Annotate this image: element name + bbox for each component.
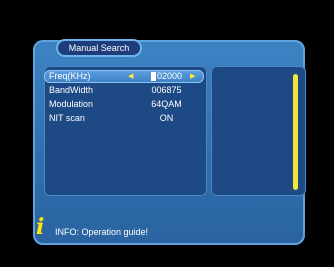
menu-title: Manual Search [58, 41, 140, 55]
right-arrow-icon[interactable]: ▶ [190, 70, 195, 83]
setting-value: ON [159, 113, 174, 123]
setting-row-frequency[interactable]: Freq(KHz) ◀ 02000 ▶ [44, 70, 204, 83]
setting-row-nit-scan[interactable]: NIT scan ON [44, 112, 204, 125]
text-cursor [150, 72, 156, 82]
side-info-panel [211, 66, 306, 196]
setting-label: Freq(KHz) [49, 71, 91, 81]
left-arrow-icon[interactable]: ◀ [128, 70, 133, 83]
frequency-value: 02000 [156, 71, 183, 81]
setting-value: 64QAM [151, 99, 182, 109]
setting-value: 006875 [151, 85, 182, 95]
setting-label: NIT scan [49, 113, 85, 123]
scrollbar[interactable] [293, 74, 298, 190]
setting-row-bandwidth[interactable]: BandWidth 006875 [44, 84, 204, 97]
setting-row-modulation[interactable]: Modulation 64QAM [44, 98, 204, 111]
info-text: INFO: Operation guide! [55, 227, 149, 237]
info-icon: i [36, 214, 45, 240]
setting-label: Modulation [49, 99, 94, 109]
setting-value[interactable]: 02000 [144, 70, 189, 83]
setting-label: BandWidth [49, 85, 94, 95]
